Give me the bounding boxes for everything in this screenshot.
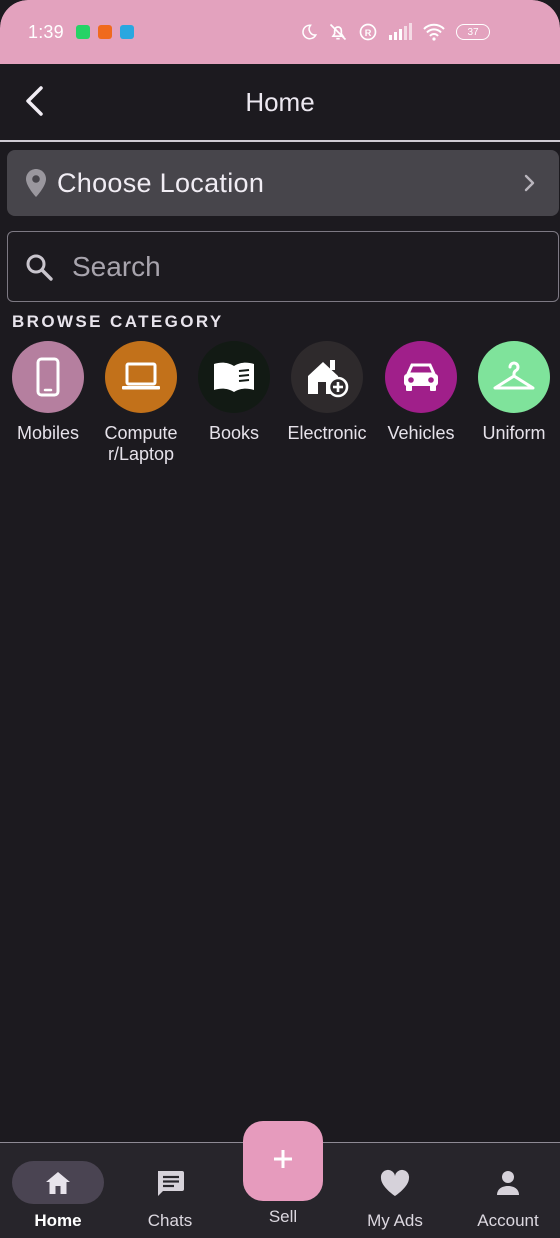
category-row: Mobiles Computer/Laptop Books Electronic… <box>0 341 560 501</box>
battery-indicator: 37 <box>456 24 490 40</box>
laptop-icon <box>105 341 177 413</box>
sell-label: Sell <box>268 1207 298 1226</box>
home-add-icon <box>291 341 363 413</box>
nav-chats[interactable]: Chats <box>120 1161 220 1231</box>
wifi-icon <box>422 23 446 41</box>
home-icon <box>12 1161 104 1204</box>
phone-screen: 1:39 R 37 Home Choose Location Search BR… <box>0 0 560 1238</box>
status-time: 1:39 <box>28 21 64 42</box>
app-notification-icon <box>119 25 134 39</box>
category-computer-laptop[interactable]: Computer/Laptop <box>95 341 187 465</box>
bottom-navigation: Home Chats Sell My Ads Account <box>0 1121 560 1238</box>
search-icon <box>24 251 56 283</box>
signal-icon <box>388 23 412 41</box>
plus-icon <box>271 1147 295 1176</box>
search-box[interactable] <box>7 231 559 302</box>
category-uniform[interactable]: Uniform <box>468 341 560 444</box>
category-label: Vehicles <box>387 423 455 443</box>
person-icon <box>462 1161 554 1204</box>
app-bar: Home <box>0 64 560 142</box>
chevron-right-icon <box>519 172 541 194</box>
category-label: Books <box>208 423 260 443</box>
arrow-back-icon <box>23 85 45 122</box>
category-label: Uniform <box>482 423 546 443</box>
category-electronic[interactable]: Electronic <box>281 341 373 444</box>
moon-icon <box>300 23 318 41</box>
category-label: Electronic <box>287 423 367 443</box>
nav-my-ads[interactable]: My Ads <box>345 1161 445 1231</box>
sell-button[interactable] <box>243 1121 323 1201</box>
category-books[interactable]: Books <box>188 341 280 444</box>
back-button[interactable] <box>18 84 50 122</box>
chat-icon <box>124 1161 216 1204</box>
nav-label: Account <box>477 1211 539 1230</box>
registered-icon: R <box>358 22 378 42</box>
status-bar: 1:39 R 37 <box>0 0 560 64</box>
book-icon <box>198 341 270 413</box>
status-right: R 37 <box>300 22 490 42</box>
page-title: Home <box>245 86 315 117</box>
whatsapp-notification-icon <box>75 25 90 39</box>
search-input[interactable] <box>72 250 542 283</box>
bell-off-icon <box>328 22 348 42</box>
category-vehicles[interactable]: Vehicles <box>375 341 467 444</box>
nav-label: My Ads <box>367 1211 423 1230</box>
hanger-icon <box>478 341 550 413</box>
smartphone-icon <box>12 341 84 413</box>
category-mobiles[interactable]: Mobiles <box>2 341 94 444</box>
category-label: Mobiles <box>16 423 80 443</box>
heart-icon <box>349 1161 441 1204</box>
svg-text:R: R <box>365 28 372 38</box>
browse-category-heading: BROWSE CATEGORY <box>12 312 224 331</box>
choose-location-button[interactable]: Choose Location <box>7 150 559 216</box>
car-icon <box>385 341 457 413</box>
nav-home[interactable]: Home <box>8 1161 108 1231</box>
location-label: Choose Location <box>57 167 265 198</box>
nav-label: Chats <box>147 1211 193 1230</box>
nav-label: Home <box>34 1211 82 1230</box>
video-notification-icon <box>97 25 112 39</box>
nav-account[interactable]: Account <box>458 1161 558 1231</box>
category-label: Computer/Laptop <box>104 423 178 464</box>
status-left: 1:39 <box>28 22 134 43</box>
location-pin-icon <box>25 167 49 199</box>
